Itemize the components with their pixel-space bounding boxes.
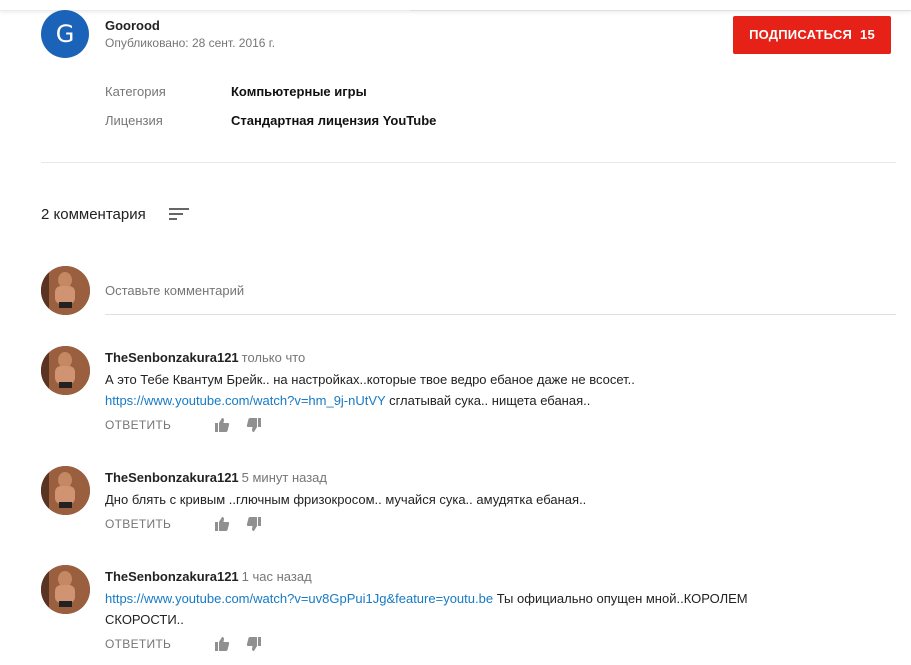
reply-button[interactable]: ОТВЕТИТЬ: [105, 517, 171, 531]
comment-author[interactable]: TheSenbonzakura121 5 минут назад: [105, 470, 327, 485]
comment-author[interactable]: TheSenbonzakura121 1 час назад: [105, 569, 312, 584]
license-value: Стандартная лицензия YouTube: [231, 113, 437, 128]
comment-link[interactable]: https://www.youtube.com/watch?v=uv8GpPui…: [105, 591, 493, 606]
comments-count: 2 комментария: [41, 206, 146, 223]
comment-text-line: https://www.youtube.com/watch?v=uv8GpPui…: [105, 588, 748, 609]
sort-icon[interactable]: [168, 206, 190, 222]
current-user-avatar: [41, 266, 90, 315]
comment-author-avatar[interactable]: [41, 565, 90, 614]
thumbs-down-icon[interactable]: [246, 636, 262, 652]
channel-avatar[interactable]: G: [41, 10, 89, 58]
category-value[interactable]: Компьютерные игры: [231, 84, 367, 99]
comment-author[interactable]: TheSenbonzakura121 только что: [105, 350, 305, 365]
category-label: Категория: [105, 84, 166, 99]
comment-text-tail: сглатывай сука.. нищета ебаная..: [385, 393, 591, 408]
thumbs-up-icon[interactable]: [214, 516, 230, 532]
top-bar-segment: [410, 0, 911, 11]
comment-text-tail: Ты официально опущен мной..КОРОЛЕМ: [493, 591, 748, 606]
subscribe-label: ПОДПИСАТЬСЯ: [749, 27, 853, 42]
comment-author-name[interactable]: TheSenbonzakura121: [105, 470, 239, 485]
subscribe-button[interactable]: ПОДПИСАТЬСЯ 15: [733, 16, 891, 54]
comment-time[interactable]: 1 час назад: [242, 569, 312, 584]
comment-text-line: А это Тебе Квантум Брейк.. на настройках…: [105, 372, 635, 387]
channel-name[interactable]: Goorood: [105, 18, 160, 33]
reply-button[interactable]: ОТВЕТИТЬ: [105, 637, 171, 651]
top-bar: [0, 0, 911, 11]
comment-link[interactable]: https://www.youtube.com/watch?v=hm_9j-nU…: [105, 393, 385, 408]
thumbs-down-icon[interactable]: [246, 516, 262, 532]
comment-author-avatar[interactable]: [41, 346, 90, 395]
comment-text-line: СКОРОСТИ..: [105, 612, 184, 627]
comment-time[interactable]: 5 минут назад: [242, 470, 327, 485]
license-label: Лицензия: [105, 113, 163, 128]
comment-input[interactable]: Оставьте комментарий: [105, 283, 244, 298]
comment-input-underline: [105, 314, 896, 315]
reply-button[interactable]: ОТВЕТИТЬ: [105, 418, 171, 432]
comment-time[interactable]: только что: [242, 350, 306, 365]
comment-text-line: Дно блять с кривым ..глючным фризокросом…: [105, 492, 587, 507]
comment-author-name[interactable]: TheSenbonzakura121: [105, 350, 239, 365]
thumbs-up-icon[interactable]: [214, 636, 230, 652]
comment-text-line: https://www.youtube.com/watch?v=hm_9j-nU…: [105, 390, 590, 411]
section-divider: [41, 162, 896, 163]
comment-author-name[interactable]: TheSenbonzakura121: [105, 569, 239, 584]
comment-author-avatar[interactable]: [41, 466, 90, 515]
thumbs-up-icon[interactable]: [214, 417, 230, 433]
publish-date: Опубликовано: 28 сент. 2016 г.: [105, 36, 276, 50]
subscriber-count: 15: [860, 27, 875, 42]
thumbs-down-icon[interactable]: [246, 417, 262, 433]
